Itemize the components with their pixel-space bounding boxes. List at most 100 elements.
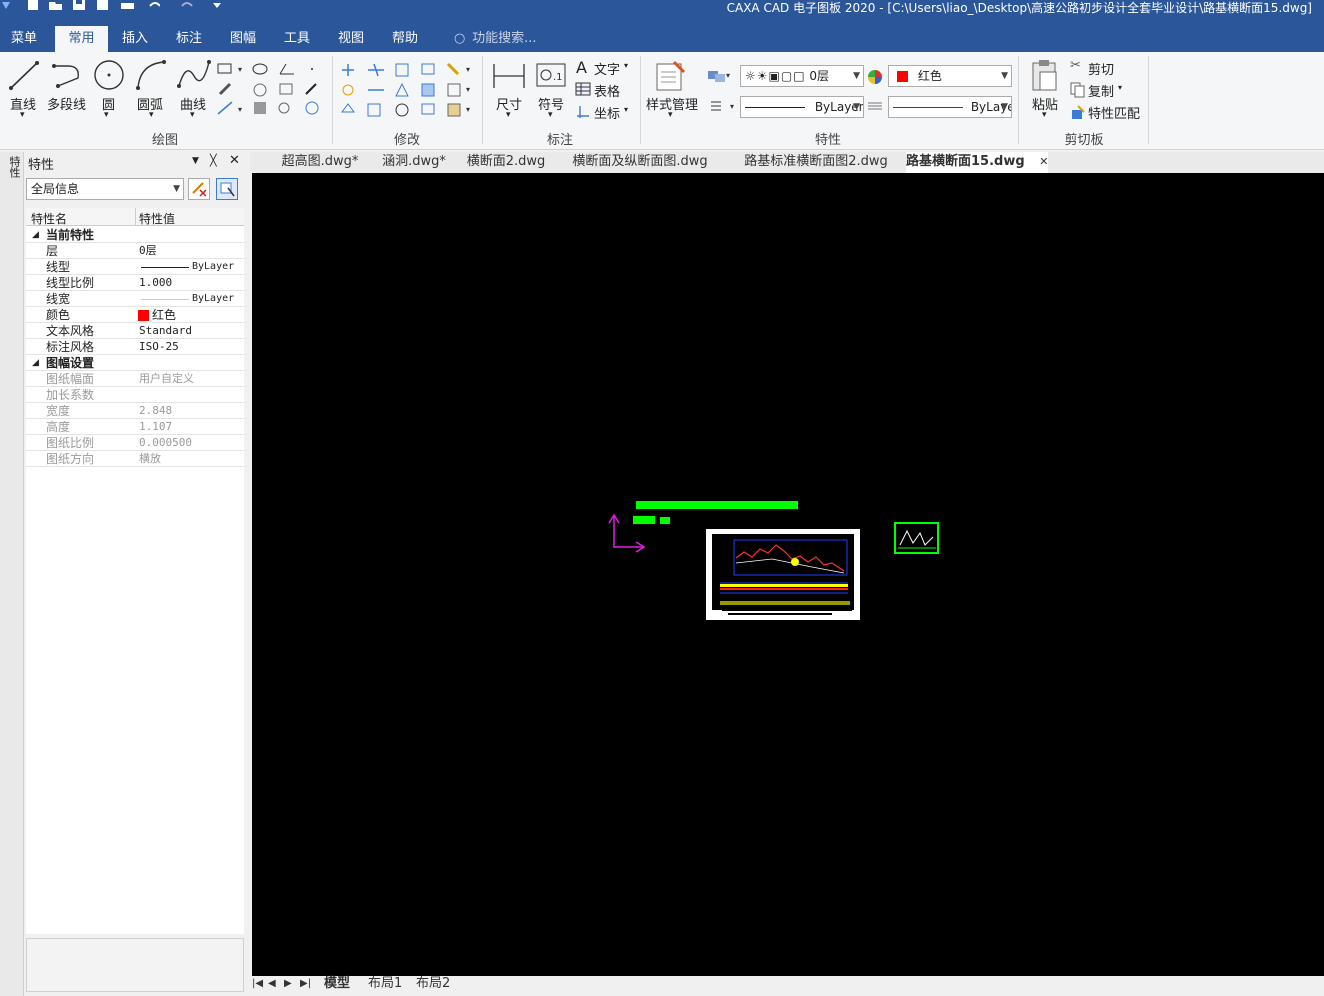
dimension-icon[interactable] [492,60,526,92]
curve-icon[interactable] [176,58,212,92]
drawing-canvas[interactable] [252,173,1324,976]
property-row[interactable]: 图纸幅面 用户自定义 [26,371,244,387]
coordinate-icon[interactable] [575,104,591,118]
curve-dropdown-icon[interactable]: ▾ [190,110,195,120]
linetype-combo[interactable]: ByLayer ▼ [740,96,864,118]
new-file-icon[interactable] [26,0,40,14]
layout-tab-model[interactable]: 模型 [324,976,350,994]
cut-label[interactable]: 剪切 [1088,59,1114,78]
tab-help[interactable]: 帮助 [382,26,428,52]
polyline-tool-label[interactable]: 多段线 [47,94,86,113]
doc-tab-active[interactable]: 路基横断面15.dwg ✕ [906,152,1048,173]
collapse-icon[interactable]: ◢ [32,227,39,243]
lineweight-combo[interactable]: ByLayer ▼ [888,96,1012,118]
property-row[interactable]: 线型比例 1.000 [26,275,244,291]
arc-icon[interactable] [134,58,168,92]
property-row[interactable]: 图纸比例 0.000500 [26,435,244,451]
property-row[interactable]: 颜色 红色 [26,307,244,323]
polyline-icon[interactable] [50,58,84,92]
copy-icon[interactable] [1070,82,1086,98]
color-wheel-icon[interactable] [866,68,884,86]
tab-sheet[interactable]: 图幅 [220,26,266,52]
panel-menu-icon[interactable]: ▼ [192,156,199,166]
side-tab-properties[interactable]: 特性 [4,156,21,178]
doc-tab[interactable]: 超高图.dwg* [270,152,370,173]
tab-common[interactable]: 常用 [55,26,108,52]
table-icon[interactable] [575,82,591,96]
coordinate-tool-label[interactable]: 坐标 [594,103,620,122]
collapse-icon[interactable]: ◢ [32,355,39,371]
text-tool-label[interactable]: 文字 [594,59,620,78]
paste-icon[interactable] [1030,58,1060,92]
undo-icon[interactable] [146,0,160,14]
doc-tab[interactable]: 涵洞.dwg* [370,152,458,173]
arc-dropdown-icon[interactable]: ▾ [149,110,154,120]
layout-tab-1[interactable]: 布局1 [368,976,402,994]
tab-annotate[interactable]: 标注 [166,26,212,52]
layout-tab-2[interactable]: 布局2 [416,976,450,994]
circle-icon[interactable] [92,58,126,92]
redo-icon[interactable] [180,0,194,14]
property-row[interactable]: 文本风格 Standard [26,323,244,339]
circle-dropdown-icon[interactable]: ▾ [104,110,109,120]
property-row[interactable]: 层 0层 [26,243,244,259]
symbol-icon[interactable]: .1 [536,62,566,90]
paste-dropdown-icon[interactable]: ▾ [1042,110,1047,120]
doc-tab[interactable]: 横断面及纵断面图.dwg [554,152,726,173]
linetype-menu-icon[interactable]: ▾ [708,98,738,114]
property-row[interactable]: 高度 1.107 [26,419,244,435]
doc-tab[interactable]: 横断面2.dwg [460,152,552,173]
draw-small-tools[interactable]: ▾ ▾ [216,60,328,122]
property-row[interactable]: 标注风格 ISO-25 [26,339,244,355]
style-manager-icon[interactable] [654,58,688,92]
close-panel-icon[interactable]: ✕ [229,153,240,168]
next-layout-icon[interactable]: ▶ [284,976,292,994]
copy-label[interactable]: 复制 [1088,81,1114,100]
text-a-icon[interactable]: A [576,58,587,77]
lineweight-icon[interactable] [866,100,884,112]
table-tool-label[interactable]: 表格 [594,81,620,100]
quick-select-icon[interactable] [216,178,238,200]
open-file-icon[interactable] [48,0,62,14]
function-search[interactable]: ○ 功能搜索... [454,26,537,52]
symbol-dropdown-icon[interactable]: ▾ [548,110,553,120]
save-icon[interactable] [72,0,86,14]
property-section[interactable]: ◢ 当前特性 [26,227,244,243]
color-combo[interactable]: 红色 ▼ [888,65,1012,87]
match-properties-label[interactable]: 特性匹配 [1088,103,1140,122]
property-row[interactable]: 线宽 ByLayer [26,291,244,307]
close-doc-icon[interactable]: ✕ [1039,155,1048,168]
tab-view[interactable]: 视图 [328,26,374,52]
dimension-dropdown-icon[interactable]: ▾ [506,110,511,120]
prev-layout-icon[interactable]: ◀ [268,976,276,994]
customize-qa-icon[interactable] [212,0,226,14]
property-row[interactable]: 线型 ByLayer [26,259,244,275]
tab-tools[interactable]: 工具 [274,26,320,52]
doc-tab[interactable]: 路基标准横断面图2.dwg [728,152,904,173]
layer-states-icon[interactable]: ▾ [706,68,732,84]
save-as-icon[interactable] [96,0,110,14]
tab-menu[interactable]: 菜单 [0,26,48,52]
pin-icon[interactable]: ╳ [210,154,217,167]
coordinate-dropdown-icon[interactable]: ▾ [624,105,628,114]
layer-combo[interactable]: ☼☀▣▢□ 0层 ▼ [740,65,864,87]
text-dropdown-icon[interactable]: ▾ [624,61,628,70]
print-icon[interactable] [120,0,134,14]
property-row[interactable]: 宽度 2.848 [26,403,244,419]
modify-tools[interactable]: ▾ ▾ ▾ [338,60,478,122]
copy-dropdown-icon[interactable]: ▾ [1118,83,1122,92]
property-row[interactable]: 图纸方向 横放 [26,451,244,467]
tab-insert[interactable]: 插入 [112,26,158,52]
app-icon[interactable] [0,0,14,14]
last-layout-icon[interactable]: ▶| [300,976,311,994]
filter-select[interactable]: 全局信息 ▼ [26,178,184,200]
first-layout-icon[interactable]: |◀ [252,976,263,994]
property-section[interactable]: ◢ 图幅设置 [26,355,244,371]
line-dropdown-icon[interactable]: ▾ [20,110,25,120]
select-objects-icon[interactable] [188,178,210,200]
property-row[interactable]: 加长系数 [26,387,244,403]
scissors-icon: ✂ [1070,58,1081,73]
style-manager-dropdown-icon[interactable]: ▾ [668,110,673,120]
match-properties-icon[interactable] [1070,104,1086,120]
line-icon[interactable] [8,58,40,92]
